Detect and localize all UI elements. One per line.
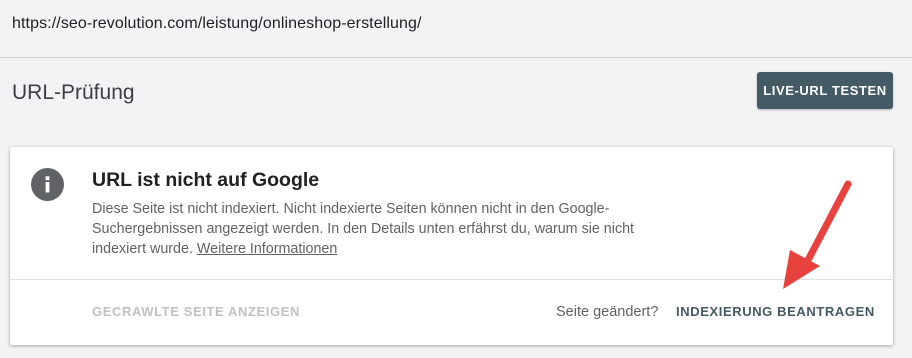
- request-indexing-button[interactable]: INDEXIERUNG BEANTRAGEN: [676, 304, 875, 319]
- more-info-link[interactable]: Weitere Informationen: [197, 241, 337, 257]
- inspected-url[interactable]: https://seo-revolution.com/leistung/onli…: [12, 15, 422, 33]
- status-title: URL ist nicht auf Google: [92, 169, 320, 191]
- status-card: URL ist nicht auf Google Diese Seite ist…: [10, 147, 893, 345]
- view-crawled-page-button[interactable]: GECRAWLTE SEITE ANZEIGEN: [92, 304, 300, 319]
- live-url-test-button[interactable]: LIVE-URL TESTEN: [757, 72, 893, 109]
- info-icon: [31, 168, 64, 201]
- red-arrow-icon: [783, 180, 852, 289]
- status-description: Diese Seite ist nicht indexiert. Nicht i…: [92, 199, 652, 259]
- status-description-text: Diese Seite ist nicht indexiert. Nicht i…: [92, 201, 635, 257]
- card-divider: [10, 279, 893, 280]
- page-changed-label: Seite geändert?: [556, 304, 659, 320]
- url-bar: https://seo-revolution.com/leistung/onli…: [0, 0, 912, 58]
- page-title: URL-Prüfung: [12, 81, 135, 104]
